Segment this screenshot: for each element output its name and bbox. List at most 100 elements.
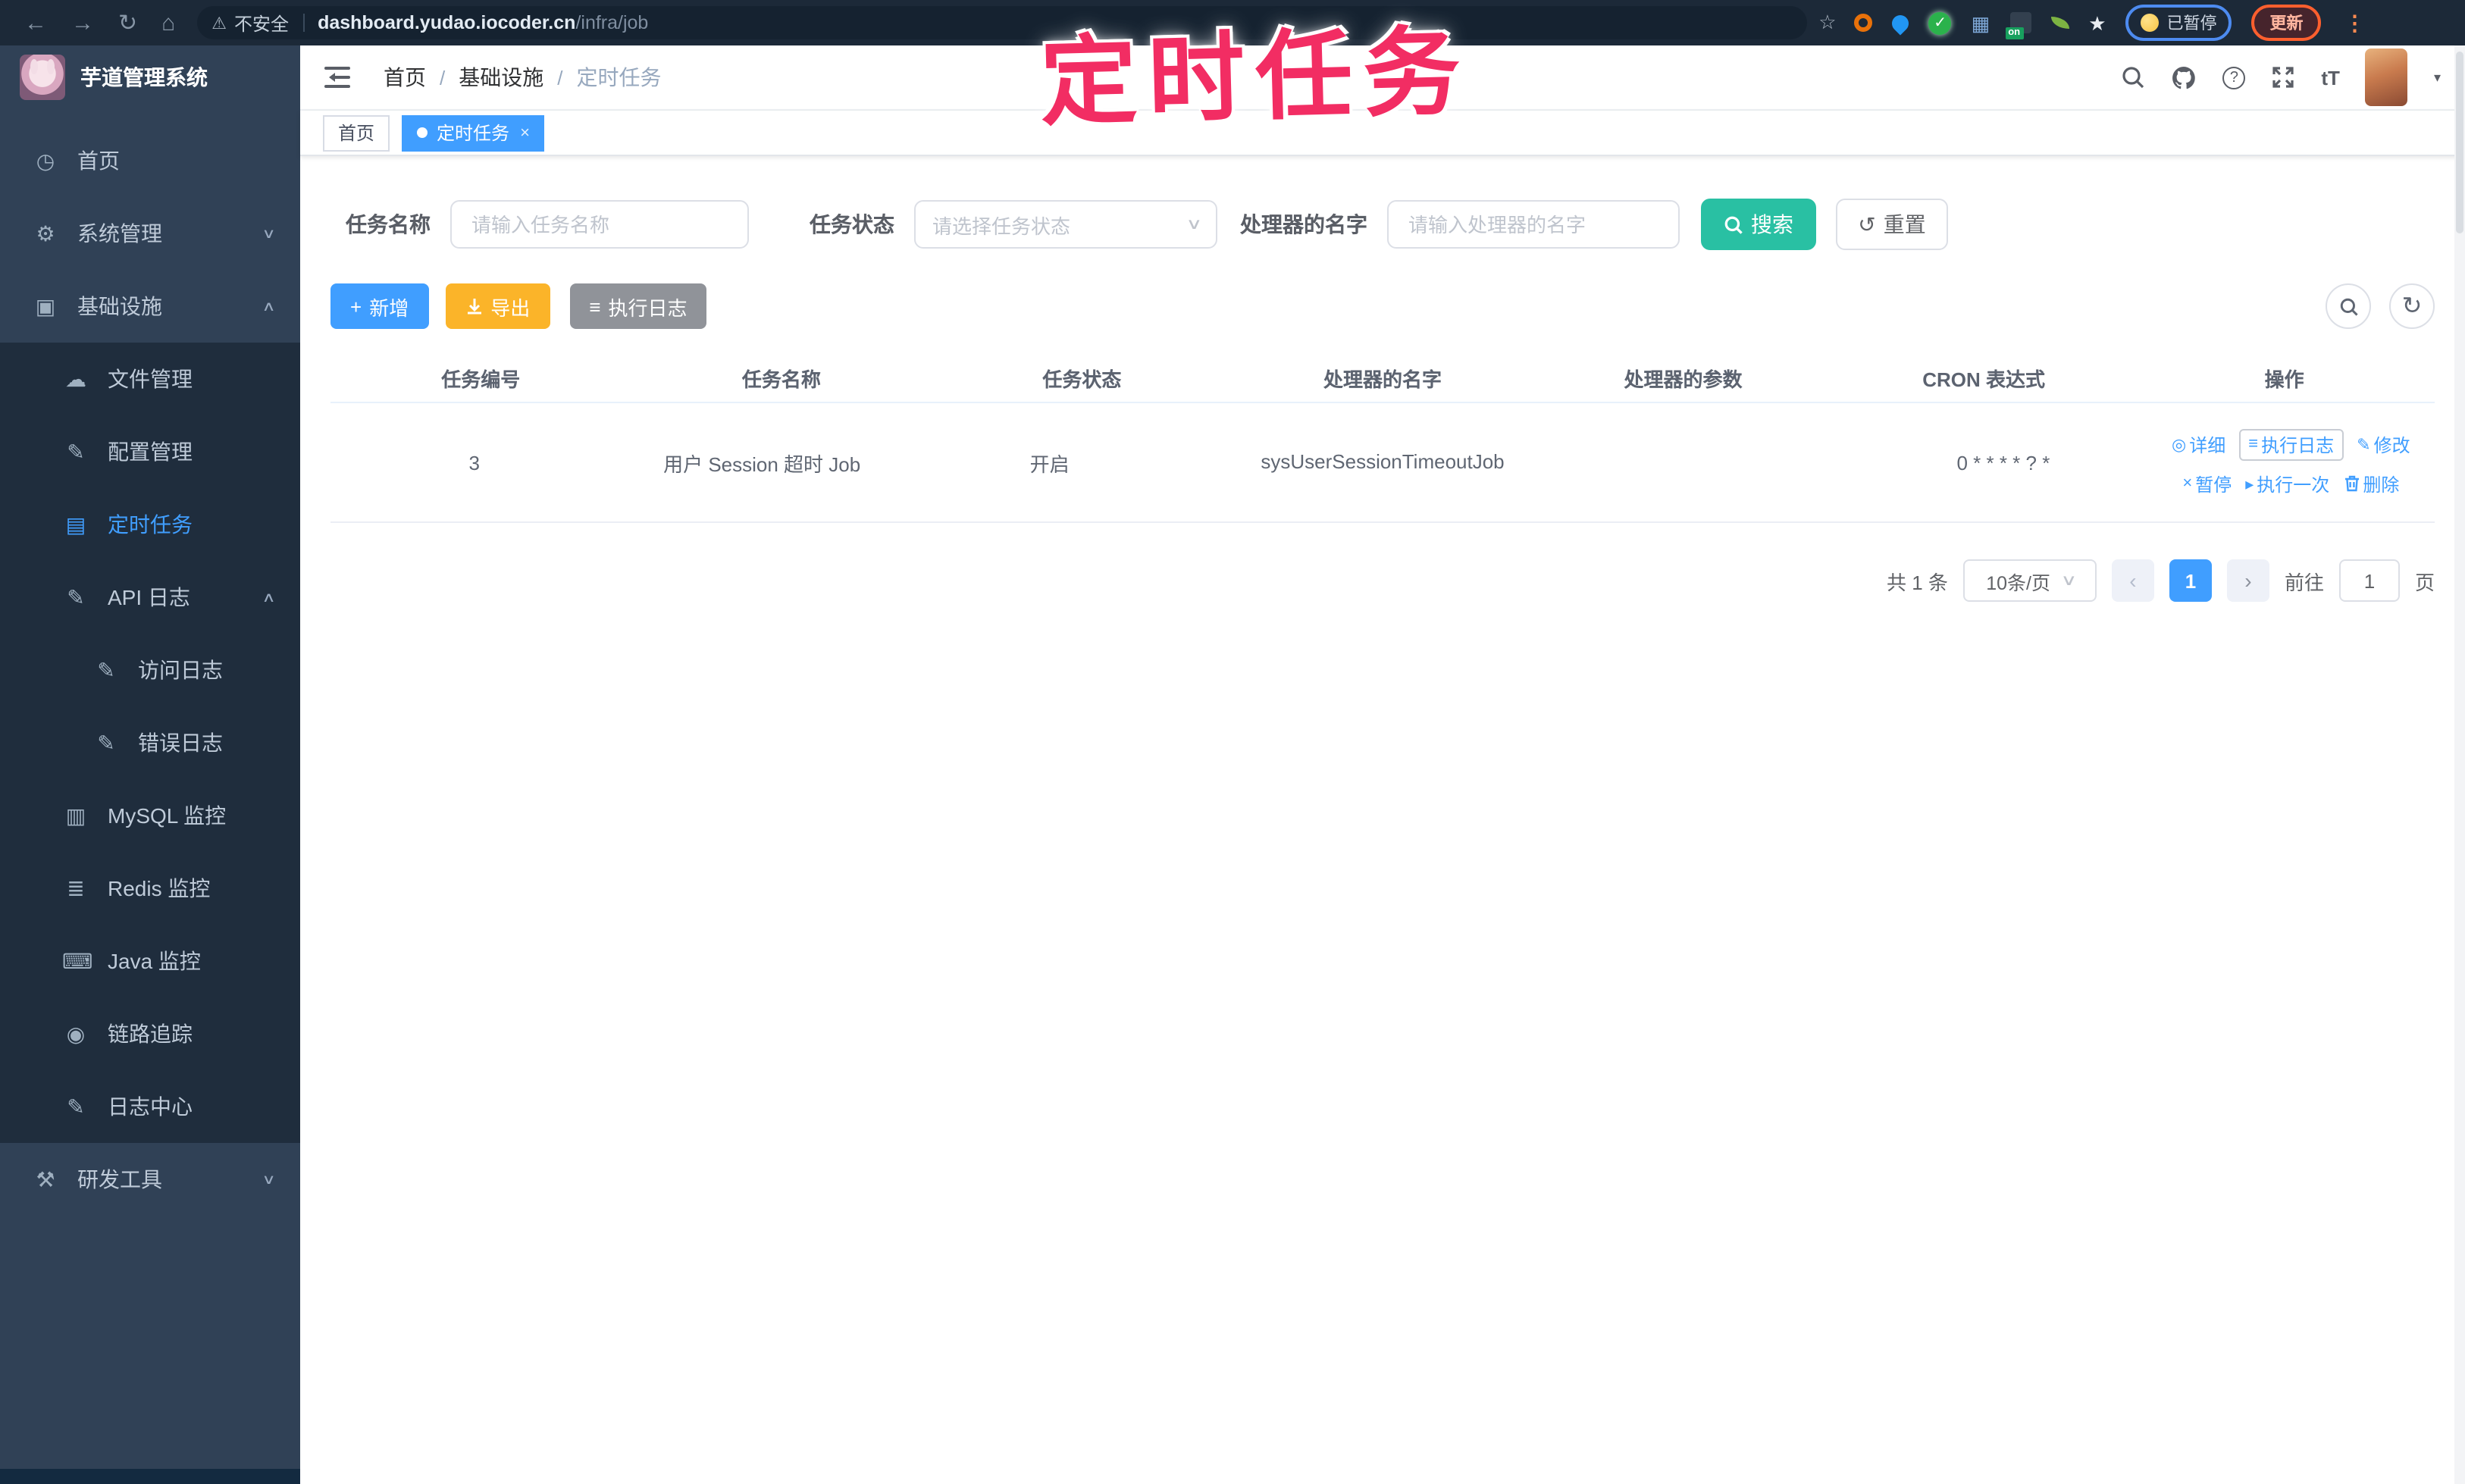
play-icon: ▸ [2245,475,2254,493]
col-actions: 操作 [2264,368,2304,390]
close-icon: × [2182,474,2193,493]
table-header: 任务编号 任务名称 任务状态 处理器的名字 处理器的参数 CRON 表达式 操作 [330,353,2435,403]
sidebar-item-error-log[interactable]: ✎ 错误日志 [0,706,300,779]
sidebar-item-label: MySQL 监控 [108,803,227,828]
page-1-button[interactable]: 1 [2169,559,2212,602]
extension-star-icon[interactable]: ★ [2088,13,2106,33]
task-status-select[interactable]: 请选择任务状态 ∨ [914,200,1217,249]
export-button[interactable]: 导出 [445,283,550,329]
avatar[interactable] [2365,49,2408,106]
sidebar-item-access-log[interactable]: ✎ 访问日志 [0,634,300,706]
sidebar-item-home[interactable]: ◷ 首页 [0,124,300,197]
sidebar-item-scheduled-task[interactable]: ▤ 定时任务 [0,488,300,561]
handler-name-input-wrap [1387,200,1680,249]
sidebar-item-label: 访问日志 [138,658,223,682]
extension-paused-chip[interactable]: 已暂停 [2125,5,2232,41]
eye-icon: ◉ [66,1021,86,1045]
sidebar-item-api-log[interactable]: ✎ API 日志 ∧ [0,561,300,634]
caret-down-icon[interactable]: ▾ [2434,69,2441,86]
breadcrumb-home[interactable]: 首页 [384,62,426,92]
action-edit[interactable]: ✎ 修改 [2357,431,2410,457]
trash-icon [2344,475,2359,492]
breadcrumb-current: 定时任务 [576,65,662,89]
navbar-actions: ? tT ▾ [2121,49,2441,106]
extension-on-icon[interactable]: on [2005,12,2031,39]
forward-icon[interactable]: → [71,11,94,34]
reload-icon[interactable]: ↻ [118,11,137,34]
col-task-id: 任务编号 [441,368,521,390]
sidebar-item-infra[interactable]: ▣ 基础设施 ∧ [0,270,300,343]
exec-log-button[interactable]: ≡ 执行日志 [569,283,707,329]
sidebar-item-mysql-monitor[interactable]: ▥ MySQL 监控 [0,779,300,852]
help-icon[interactable]: ? [2222,66,2246,89]
browser-menu-icon[interactable]: ⋮ [2344,10,2378,36]
tab-scheduled-task[interactable]: 定时任务 × [402,114,545,151]
sidebar-item-trace[interactable]: ◉ 链路追踪 [0,997,300,1070]
select-placeholder: 请选择任务状态 [932,214,1071,237]
tabs-bar: 首页 定时任务 × [300,111,2465,156]
row-actions: ◎ 详细 ≡ 执行日志 ✎ 修改 × 暂停 ▸ 执行一次 删除 [2147,428,2435,496]
search-icon[interactable] [2121,65,2145,89]
tab-home[interactable]: 首页 [323,114,390,151]
sidebar-item-redis-monitor[interactable]: ≣ Redis 监控 [0,852,300,925]
browser-update-button[interactable]: 更新 [2251,5,2322,41]
divider [302,14,305,32]
sidebar-item-java-monitor[interactable]: ⌨ Java 监控 [0,925,300,997]
sidebar-item-dev-tools[interactable]: ⚒ 研发工具 ∨ [0,1143,300,1216]
sidebar-item-config-manage[interactable]: ✎ 配置管理 [0,415,300,488]
search-button[interactable]: 搜索 [1701,199,1816,250]
table-row: 3 用户 Session 超时 Job 开启 sysUserSessionTim… [330,403,2435,523]
task-name-label: 任务名称 [346,212,431,236]
extension-drop-icon[interactable] [1889,11,1913,35]
back-icon[interactable]: ← [24,11,47,34]
sidebar-collapse-icon[interactable] [324,67,350,88]
add-button[interactable]: + 新增 [330,283,429,329]
action-run-once[interactable]: ▸ 执行一次 [2245,471,2329,496]
bookmark-star-icon[interactable]: ☆ [1818,11,1836,35]
sidebar-item-file-manage[interactable]: ☁ 文件管理 [0,343,300,415]
task-name-input[interactable] [468,211,731,237]
goto-label: 前往 [2284,571,2324,593]
refresh-table-button[interactable]: ↻ [2389,283,2435,329]
action-pause[interactable]: × 暂停 [2182,471,2232,496]
action-delete[interactable]: 删除 [2343,471,2399,496]
refresh-icon: ↺ [1858,211,1876,236]
handler-name-label: 处理器的名字 [1240,212,1367,236]
sidebar-item-log-center[interactable]: ✎ 日志中心 [0,1070,300,1143]
chevron-down-icon: ∨ [2059,572,2077,589]
task-name-input-wrap [450,200,749,249]
extension-grid-icon[interactable]: ▦ [1972,13,1990,33]
security-label[interactable]: 不安全 [234,10,289,36]
action-detail[interactable]: ◎ 详细 [2172,431,2225,457]
col-handler-name: 处理器的名字 [1323,368,1442,390]
extension-check-icon[interactable]: ✓ [1928,11,1952,34]
cell-handler-name: sysUserSessionTimeoutJob [1261,450,1505,473]
url-host: dashboard.yudao.iocoder.cn [318,12,576,33]
github-icon[interactable] [2171,64,2197,90]
sidebar-item-system[interactable]: ⚙ 系统管理 ∨ [0,197,300,270]
scrollbar-thumb[interactable] [2456,52,2463,233]
scrollbar[interactable] [2454,45,2465,1484]
handler-name-input[interactable] [1405,211,1662,237]
goto-page-input[interactable] [2338,559,2400,602]
sidebar: 芋道管理系统 ◷ 首页 ⚙ 系统管理 ∨ ▣ 基础设施 ∧ ☁ 文件管理 ✎ 配… [0,45,300,1484]
action-exec-log[interactable]: ≡ 执行日志 [2239,428,2344,460]
list-icon: ≡ [2248,435,2259,453]
address-bar[interactable]: ⚠ 不安全 dashboard.yudao.iocoder.cn /infra/… [196,6,1807,39]
font-size-icon[interactable]: tT [2321,67,2340,87]
next-page-button[interactable]: › [2226,559,2269,602]
extension-leaf-icon[interactable] [2050,17,2069,29]
list-icon: ≡ [589,295,601,318]
reset-button[interactable]: ↺ 重置 [1836,199,1948,250]
chevron-up-icon: ∧ [262,589,277,604]
extension-donut-icon[interactable] [1854,14,1873,32]
app-logo[interactable]: 芋道管理系统 [0,45,300,109]
fullscreen-icon[interactable] [2271,65,2295,89]
page-size-select[interactable]: 10条/页 ∨ [1962,559,2097,602]
prev-page-button[interactable]: ‹ [2111,559,2154,602]
breadcrumb-infra[interactable]: 基础设施 [459,62,543,92]
close-icon[interactable]: × [520,124,530,142]
home-icon[interactable]: ⌂ [161,11,175,34]
toggle-search-button[interactable] [2326,283,2371,329]
sidebar-item-label: 链路追踪 [108,1022,193,1046]
